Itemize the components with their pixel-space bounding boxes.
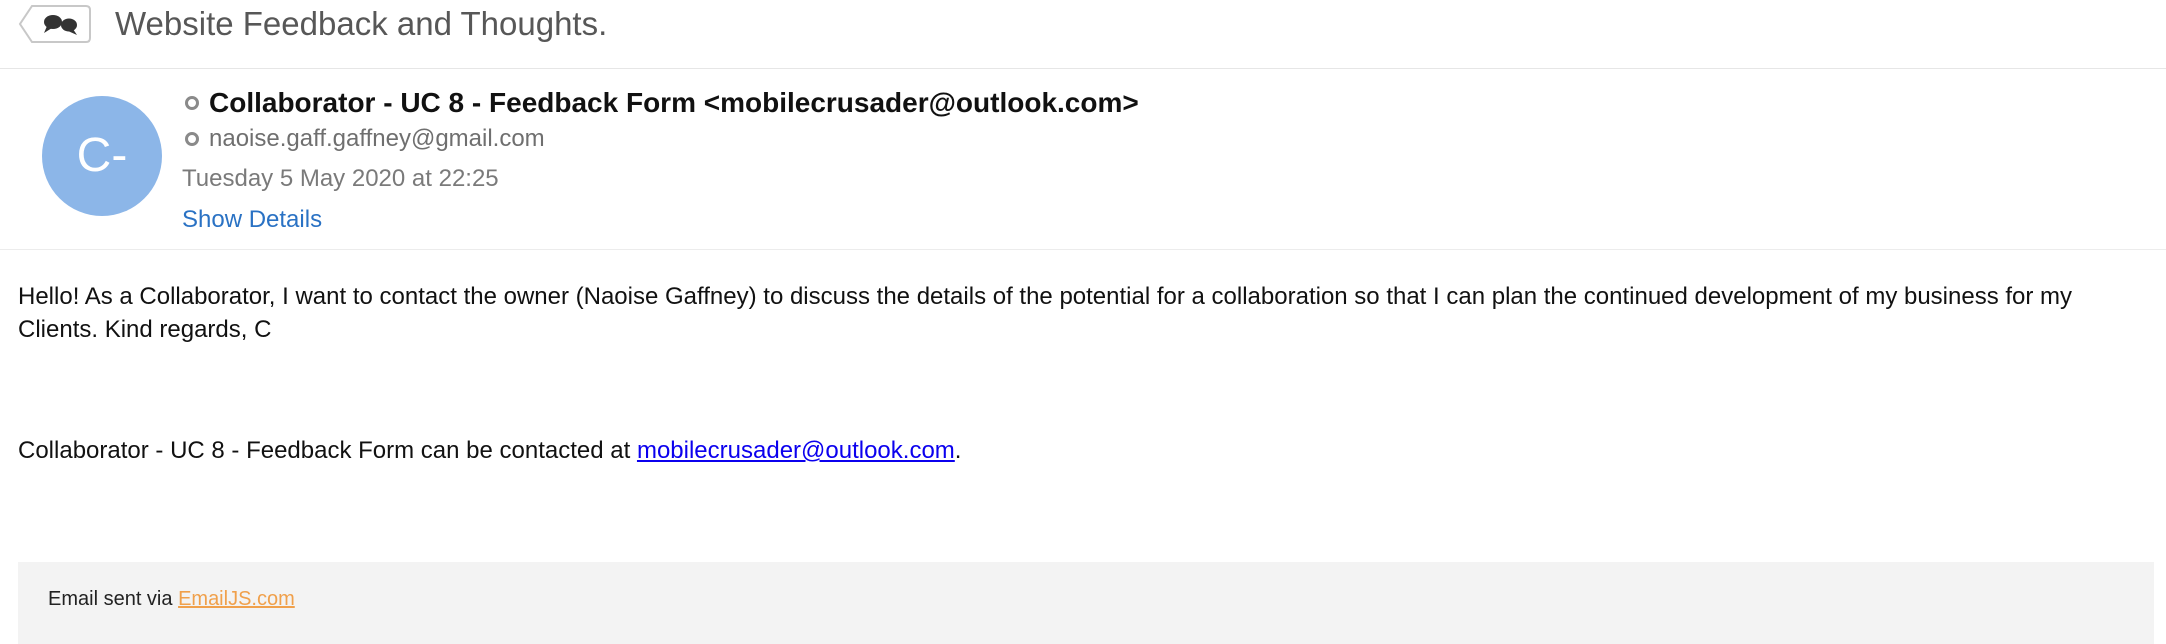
contact-email-link[interactable]: mobilecrusader@outlook.com [637,437,955,464]
emailjs-link[interactable]: EmailJS.com [178,588,295,610]
message-body: Hello! As a Collaborator, I want to cont… [18,283,2073,343]
back-to-conversation-button[interactable] [18,4,92,44]
contact-prefix: Collaborator - UC 8 - Feedback Form can … [18,437,637,464]
footer-prefix: Email sent via [48,588,179,610]
contact-line: Collaborator - UC 8 - Feedback Form can … [18,437,961,465]
show-details-link[interactable]: Show Details [182,206,322,234]
sender-status-icon [185,96,199,110]
speech-bubbles-icon [18,5,91,43]
avatar: C- [42,96,162,216]
recipient-status-icon [185,132,199,146]
contact-suffix: . [954,437,962,464]
recipient-row[interactable]: naoise.gaff.gaffney@gmail.com [182,124,545,154]
thread-subject: Website Feedback and Thoughts. [115,5,608,42]
message-date: Tuesday 5 May 2020 at 22:25 [182,165,499,192]
sender-name[interactable]: Collaborator - UC 8 - Feedback Form <mob… [209,87,1139,119]
message-header: C- Collaborator - UC 8 - Feedback Form <… [0,69,2166,250]
email-footer: Email sent via EmailJS.com [18,562,2154,644]
thread-header: Website Feedback and Thoughts. [0,0,2166,69]
footer-text: Email sent via EmailJS.com [48,588,295,611]
email-viewer: Website Feedback and Thoughts. C- Collab… [0,0,2166,644]
sender-row[interactable]: Collaborator - UC 8 - Feedback Form <mob… [182,85,1139,121]
recipient-email[interactable]: naoise.gaff.gaffney@gmail.com [209,125,545,153]
